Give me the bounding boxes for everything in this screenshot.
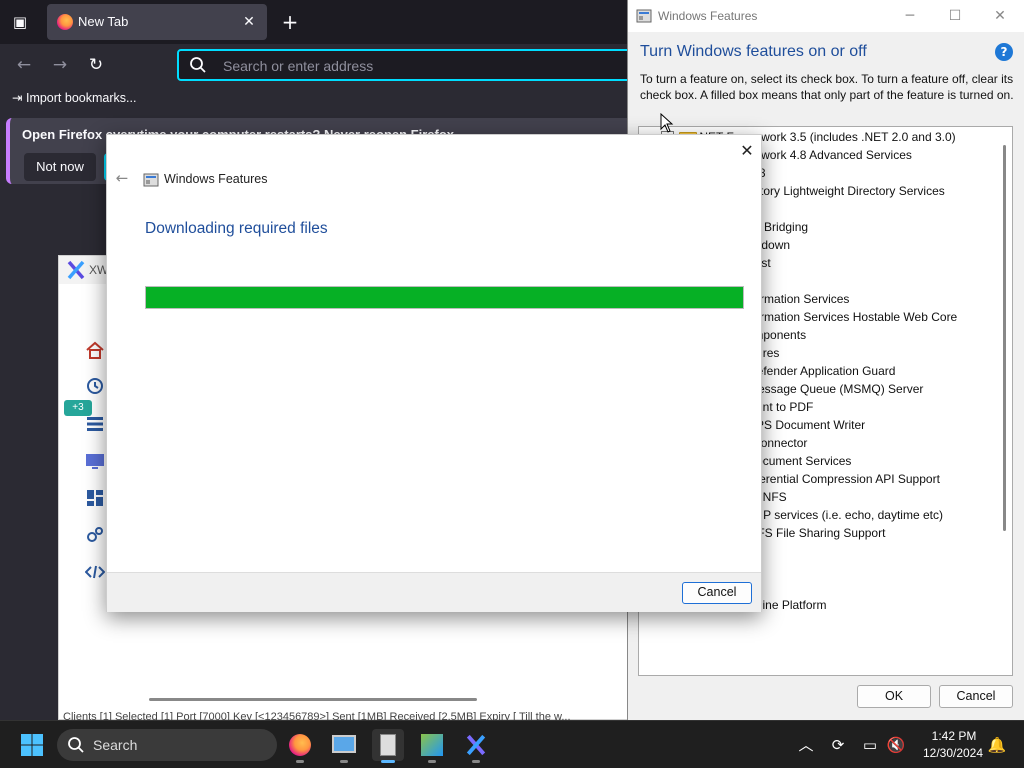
back-arrow-icon[interactable]: ← <box>12 53 36 77</box>
dialog-close-icon[interactable]: ✕ <box>735 139 759 163</box>
back-arrow-icon: ← <box>115 169 129 187</box>
volume-muted-icon[interactable]: 🔇 <box>885 734 907 756</box>
address-bar[interactable] <box>177 49 637 81</box>
history-icon[interactable] <box>85 376 105 396</box>
taskbar: Search ︿ ⟳ ▭ 🔇 1:42 PM 12/30/2024 🔔 <box>0 720 1024 768</box>
wf-description: To turn a feature on, select its check b… <box>640 72 1014 102</box>
tab-title: New Tab <box>78 14 129 29</box>
dialog-cancel-button[interactable]: Cancel <box>682 582 752 604</box>
installer-icon <box>421 734 443 756</box>
horizontal-scrollbar[interactable] <box>149 698 477 701</box>
running-indicator <box>340 760 348 763</box>
running-indicator <box>428 760 436 763</box>
taskbar-search[interactable]: Search <box>57 729 277 761</box>
progress-fill <box>146 287 743 308</box>
wf-title: Windows Features <box>658 9 758 23</box>
control-panel-icon <box>332 735 356 753</box>
show-hidden-icons-chevron-icon[interactable]: ︿ <box>795 734 817 756</box>
address-input[interactable] <box>221 56 601 76</box>
maximize-icon[interactable]: ☐ <box>933 4 977 28</box>
home-icon[interactable] <box>85 340 105 360</box>
dialog-title: Windows Features <box>164 172 268 186</box>
tab-close-icon[interactable]: ✕ <box>239 10 259 34</box>
minimize-icon[interactable]: ─ <box>888 4 932 28</box>
forward-arrow-icon[interactable]: → <box>48 53 72 77</box>
running-indicator <box>296 760 304 763</box>
close-icon[interactable]: ✕ <box>978 4 1022 28</box>
download-progress-bar <box>145 286 744 309</box>
wf-title-bar: Windows Features ─ ☐ ✕ <box>628 0 1024 32</box>
clock-time[interactable]: 1:42 PM <box>918 729 990 743</box>
firefox-icon <box>289 734 311 756</box>
notification-bell-icon[interactable]: 🔔 <box>986 734 1008 756</box>
search-icon <box>190 57 206 73</box>
windows-start-icon[interactable] <box>20 733 44 757</box>
help-icon[interactable]: ? <box>995 43 1013 61</box>
windows-features-icon <box>380 734 396 756</box>
active-indicator <box>381 760 395 763</box>
dialog-footer: Cancel <box>107 572 761 612</box>
taskbar-firefox[interactable] <box>284 729 316 763</box>
mouse-cursor-icon <box>660 113 674 133</box>
ok-button[interactable]: OK <box>857 685 931 708</box>
sync-icon[interactable]: ⟳ <box>827 734 849 756</box>
windows-features-icon <box>636 9 652 23</box>
code-icon[interactable] <box>85 562 105 582</box>
taskbar-xway[interactable] <box>460 729 492 763</box>
settings-gears-icon[interactable] <box>85 525 105 545</box>
xway-logo-icon <box>466 734 486 756</box>
not-now-button[interactable]: Not now <box>24 153 96 181</box>
tab-list-icon[interactable]: ▣ <box>8 10 32 34</box>
server-list-icon[interactable] <box>85 414 105 434</box>
tree-scrollbar[interactable] <box>1003 145 1006 531</box>
taskbar-control-panel[interactable] <box>328 729 360 763</box>
reload-icon[interactable]: ↻ <box>84 53 108 77</box>
taskbar-windows-features[interactable] <box>372 729 404 763</box>
xway-logo-icon <box>67 260 85 280</box>
display-icon[interactable]: ▭ <box>859 734 881 756</box>
tab-new-tab[interactable]: New Tab ✕ <box>47 4 267 40</box>
download-dialog: ✕ ← Windows Features Downloading require… <box>106 134 762 612</box>
windows-features-icon <box>143 173 159 187</box>
new-tab-plus-icon[interactable]: + <box>278 10 302 34</box>
import-bookmarks-link[interactable]: ⇥ Import bookmarks... <box>12 90 136 105</box>
monitor-icon[interactable] <box>85 451 105 471</box>
search-icon <box>68 737 84 753</box>
taskbar-installer[interactable] <box>416 729 448 763</box>
firefox-favicon-icon <box>57 14 73 30</box>
import-icon: ⇥ <box>12 91 23 105</box>
wf-heading: Turn Windows features on or off <box>640 43 867 60</box>
running-indicator <box>472 760 480 763</box>
dashboard-icon[interactable] <box>85 488 105 508</box>
dialog-heading: Downloading required files <box>145 220 328 237</box>
cancel-button[interactable]: Cancel <box>939 685 1013 708</box>
clock-date[interactable]: 12/30/2024 <box>912 746 994 760</box>
search-label: Search <box>93 737 138 753</box>
import-bookmarks-label: Import bookmarks... <box>25 91 137 105</box>
